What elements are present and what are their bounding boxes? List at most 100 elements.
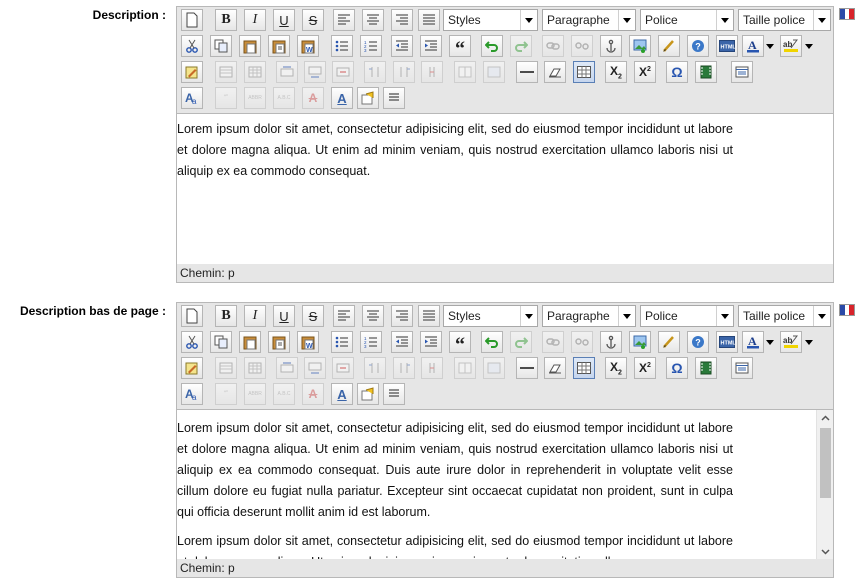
unlink-button[interactable] bbox=[571, 331, 593, 353]
styles-select[interactable]: Styles bbox=[443, 305, 538, 327]
underline-button[interactable]: U bbox=[273, 305, 295, 327]
align-left-button[interactable] bbox=[333, 305, 355, 327]
strikethrough-button[interactable]: S bbox=[302, 9, 324, 31]
cut-button[interactable] bbox=[181, 35, 203, 57]
paste-button[interactable] bbox=[239, 35, 261, 57]
underline-button[interactable]: U bbox=[273, 9, 295, 31]
text-color-button[interactable]: A bbox=[742, 331, 764, 353]
italic-button[interactable]: I bbox=[244, 305, 266, 327]
link-button[interactable] bbox=[542, 331, 564, 353]
align-justify-button[interactable] bbox=[418, 305, 440, 327]
delete-row-button[interactable] bbox=[332, 357, 354, 379]
template-button[interactable] bbox=[731, 61, 753, 83]
font-select[interactable]: Police bbox=[640, 9, 734, 31]
insert-text-button[interactable]: A bbox=[331, 87, 353, 109]
cleanup-button[interactable] bbox=[658, 331, 680, 353]
paste-text-button[interactable] bbox=[268, 331, 290, 353]
undo-button[interactable] bbox=[481, 331, 503, 353]
text-color-button[interactable]: A bbox=[742, 35, 764, 57]
bold-button[interactable]: B bbox=[215, 305, 237, 327]
blockquote-button[interactable]: “ bbox=[449, 35, 471, 59]
copy-button[interactable] bbox=[210, 331, 232, 353]
subscript-button[interactable]: X2 bbox=[605, 61, 627, 83]
row-after-button[interactable] bbox=[304, 357, 326, 379]
indent-button[interactable] bbox=[420, 331, 442, 353]
editor-content-area[interactable]: Lorem ipsum dolor sit amet, consectetur … bbox=[177, 113, 833, 265]
paste-word-button[interactable]: W bbox=[297, 35, 319, 57]
bullet-list-button[interactable] bbox=[331, 331, 353, 353]
row-props-button[interactable] bbox=[215, 61, 237, 83]
dropdown-arrow-button[interactable] bbox=[803, 331, 815, 353]
align-center-button[interactable] bbox=[362, 305, 384, 327]
cite-button[interactable]: “” bbox=[215, 87, 237, 109]
insert-text-button[interactable]: A bbox=[331, 383, 353, 405]
merge-cells-button[interactable] bbox=[483, 357, 505, 379]
template-button[interactable] bbox=[731, 357, 753, 379]
link-button[interactable] bbox=[542, 35, 564, 57]
split-cells-button[interactable] bbox=[454, 61, 476, 83]
strikethrough-button[interactable]: S bbox=[302, 305, 324, 327]
special-char-button[interactable]: Ω bbox=[666, 61, 688, 83]
styleprops-button[interactable]: Aa bbox=[181, 87, 203, 109]
align-left-button[interactable] bbox=[333, 9, 355, 31]
paste-button[interactable] bbox=[239, 331, 261, 353]
row-before-button[interactable] bbox=[276, 357, 298, 379]
format-select[interactable]: Paragraphe bbox=[542, 9, 636, 31]
image-button[interactable] bbox=[629, 331, 651, 353]
undo-button[interactable] bbox=[481, 35, 503, 57]
split-cells-button[interactable] bbox=[454, 357, 476, 379]
dropdown-arrow-button[interactable] bbox=[803, 35, 815, 57]
table-button[interactable] bbox=[573, 61, 595, 83]
font-size-select[interactable]: Taille police bbox=[738, 305, 831, 327]
media-button[interactable] bbox=[695, 357, 717, 379]
attributes-button[interactable] bbox=[357, 87, 379, 109]
col-after-button[interactable] bbox=[393, 61, 415, 83]
image-button[interactable] bbox=[629, 35, 651, 57]
align-center-button[interactable] bbox=[362, 9, 384, 31]
scroll-thumb[interactable] bbox=[820, 428, 831, 498]
remove-format-button[interactable] bbox=[544, 357, 566, 379]
align-right-button[interactable] bbox=[391, 9, 413, 31]
new-document-button[interactable] bbox=[181, 9, 203, 31]
edit-css-button[interactable] bbox=[181, 357, 203, 379]
row-before-button[interactable] bbox=[276, 61, 298, 83]
row-after-button[interactable] bbox=[304, 61, 326, 83]
dropdown-arrow-button[interactable] bbox=[764, 35, 776, 57]
scroll-up-arrow-icon[interactable] bbox=[817, 410, 833, 426]
align-justify-button[interactable] bbox=[418, 9, 440, 31]
unlink-button[interactable] bbox=[571, 35, 593, 57]
blockquote-button[interactable]: “ bbox=[449, 331, 471, 355]
delete-button[interactable]: A bbox=[302, 383, 324, 405]
redo-button[interactable] bbox=[510, 35, 532, 57]
cite-button[interactable]: “” bbox=[215, 383, 237, 405]
html-button[interactable]: HTML bbox=[716, 331, 738, 353]
delete-col-button[interactable] bbox=[421, 61, 443, 83]
content-scrollbar[interactable] bbox=[816, 410, 833, 560]
merge-cells-button[interactable] bbox=[483, 61, 505, 83]
styleprops-button[interactable]: Aa bbox=[181, 383, 203, 405]
remove-format-button[interactable] bbox=[544, 61, 566, 83]
horizontal-rule-button[interactable] bbox=[516, 61, 538, 83]
subscript-button[interactable]: X2 bbox=[605, 357, 627, 379]
editor-content-area[interactable]: Lorem ipsum dolor sit amet, consectetur … bbox=[177, 409, 833, 561]
numbered-list-button[interactable]: 123 bbox=[360, 331, 382, 353]
acronym-button[interactable]: A.B.C bbox=[273, 383, 295, 405]
superscript-button[interactable]: X2 bbox=[634, 61, 656, 83]
cell-props-button[interactable] bbox=[244, 61, 266, 83]
html-button[interactable]: HTML bbox=[716, 35, 738, 57]
nonbreaking-button[interactable] bbox=[383, 383, 405, 405]
bold-button[interactable]: B bbox=[215, 9, 237, 31]
table-button[interactable] bbox=[573, 357, 595, 379]
bullet-list-button[interactable] bbox=[331, 35, 353, 57]
cut-button[interactable] bbox=[181, 331, 203, 353]
abbr-button[interactable]: ABBR bbox=[244, 383, 266, 405]
abbr-button[interactable]: ABBR bbox=[244, 87, 266, 109]
cleanup-button[interactable] bbox=[658, 35, 680, 57]
nonbreaking-button[interactable] bbox=[383, 87, 405, 109]
numbered-list-button[interactable]: 123 bbox=[360, 35, 382, 57]
dropdown-arrow-button[interactable] bbox=[764, 331, 776, 353]
paste-word-button[interactable]: W bbox=[297, 331, 319, 353]
delete-row-button[interactable] bbox=[332, 61, 354, 83]
horizontal-rule-button[interactable] bbox=[516, 357, 538, 379]
new-document-button[interactable] bbox=[181, 305, 203, 327]
